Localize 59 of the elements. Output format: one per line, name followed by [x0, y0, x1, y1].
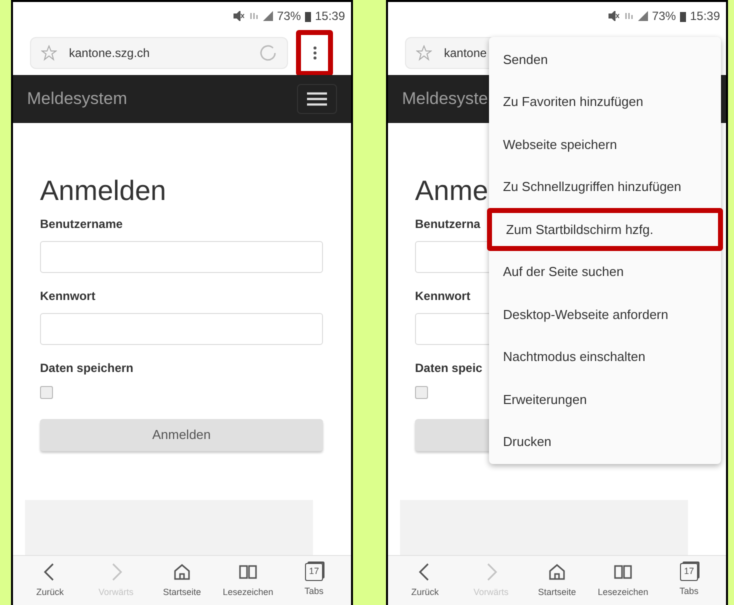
menu-item[interactable]: Zu Favoriten hinzufügen	[489, 80, 721, 123]
url-text: kantone	[444, 44, 487, 62]
star-icon	[416, 44, 432, 60]
menu-item[interactable]: Drucken	[489, 420, 721, 463]
field-label: Benutzerna	[415, 216, 480, 233]
field-label: Kennwort	[415, 288, 470, 305]
page-heading: Anme	[415, 174, 488, 208]
menu-button[interactable]	[297, 84, 337, 114]
input-field[interactable]	[40, 313, 323, 345]
field-label: Benutzername	[40, 216, 123, 233]
toolbar-button[interactable]: Lesezeichen	[217, 562, 279, 600]
battery-percent: 73%	[276, 8, 301, 25]
mute-icon	[608, 11, 620, 21]
battery-percent: 73%	[652, 8, 676, 25]
menu-item[interactable]: Erweiterungen	[489, 378, 721, 420]
battery-icon	[680, 10, 686, 22]
tabs-count-icon: 17	[680, 562, 698, 581]
menu-item[interactable]: Nachtmodus einschalten	[489, 336, 721, 378]
login-button[interactable]: Anmelden	[40, 419, 323, 451]
toolbar-button[interactable]: 17 Tabs	[658, 562, 720, 598]
signal-icon	[638, 11, 648, 21]
home-icon	[547, 562, 567, 582]
network-icon	[624, 11, 634, 21]
more-button[interactable]	[296, 30, 333, 76]
menu-item[interactable]: Desktop-Webseite anfordern	[489, 293, 721, 336]
toolbar-button[interactable]: Startseite	[526, 562, 588, 600]
menu-icon	[307, 92, 327, 106]
toolbar-button[interactable]: Zurück	[394, 562, 456, 600]
signal-icon	[262, 11, 273, 21]
site-title: Meldesyste	[402, 88, 488, 110]
field-label: Kennwort	[40, 288, 96, 305]
checkbox-label: Daten speic	[415, 360, 482, 377]
status-time: 15:39	[314, 8, 345, 25]
toolbar-button[interactable]: Zurück	[19, 562, 81, 600]
page-heading: Anmelden	[40, 174, 166, 208]
tabs-count-icon: 17	[305, 562, 323, 581]
menu-item[interactable]: Senden	[489, 38, 721, 80]
mute-icon	[232, 11, 245, 21]
star-icon	[41, 44, 57, 60]
reload-icon	[259, 44, 277, 62]
toolbar-button[interactable]: Lesezeichen	[592, 562, 654, 600]
toolbar-button[interactable]: 17 Tabs	[283, 562, 345, 598]
checkbox-label: Daten speichern	[40, 360, 134, 377]
menu-item[interactable]: Auf der Seite suchen	[489, 250, 721, 293]
checkbox[interactable]	[40, 386, 53, 399]
more-icon	[312, 46, 316, 60]
url-text: kantone.szg.ch	[69, 44, 150, 62]
address-bar[interactable]: kantone.szg.ch	[30, 36, 288, 68]
input-field[interactable]	[40, 241, 323, 273]
site-title: Meldesystem	[27, 88, 128, 110]
battery-icon	[304, 10, 311, 22]
toolbar-button[interactable]: Startseite	[151, 562, 213, 600]
menu-item[interactable]: Webseite speichern	[489, 123, 721, 166]
menu-item[interactable]: Zum Startbildschirm hzfg.	[487, 208, 723, 250]
checkbox[interactable]	[415, 386, 428, 399]
network-icon	[248, 11, 259, 21]
status-time: 15:39	[690, 8, 720, 25]
menu-item[interactable]: Zu Schnellzugriffen hinzufügen	[489, 166, 721, 208]
home-icon	[172, 562, 192, 582]
